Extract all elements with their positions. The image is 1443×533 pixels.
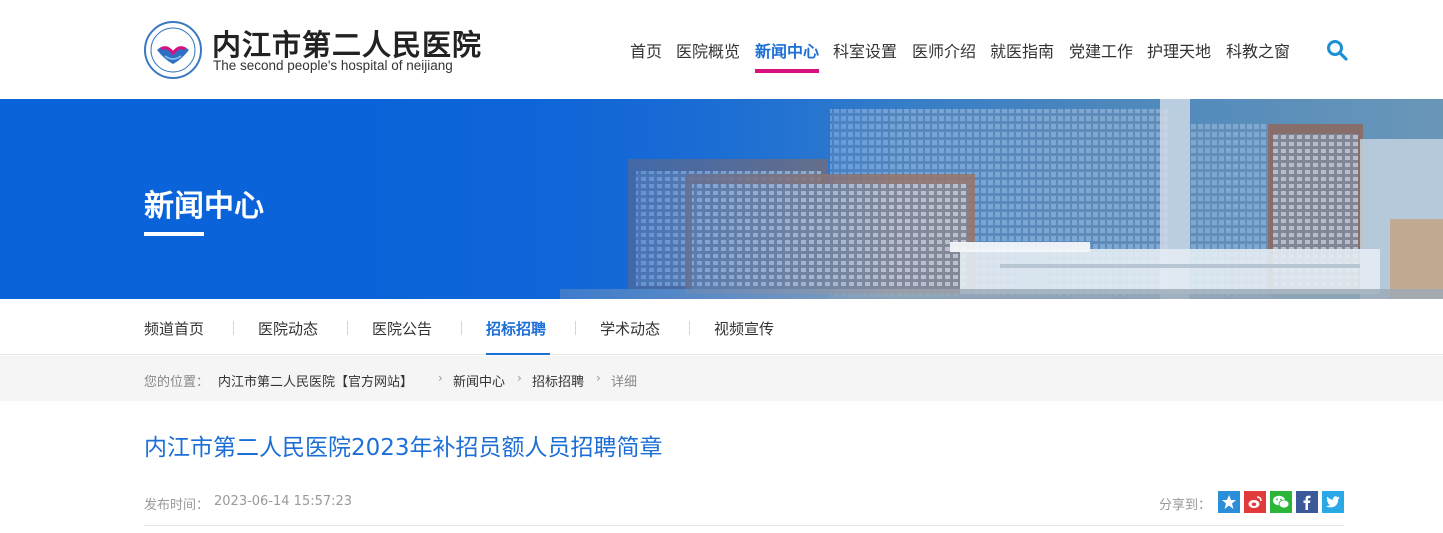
subnav-divider (347, 321, 348, 335)
subnav-item-channel-home[interactable]: 频道首页 (144, 318, 204, 339)
subnav-item-hospital-news[interactable]: 医院动态 (258, 318, 318, 339)
breadcrumb-item-recruitment[interactable]: 招标招聘 (532, 371, 584, 390)
qzone-icon[interactable] (1218, 491, 1240, 513)
twitter-icon[interactable] (1322, 491, 1344, 513)
article-divider (144, 525, 1344, 526)
breadcrumb: 您的位置： 内江市第二人民医院【官方网站】 › 新闻中心 › 招标招聘 › 详细 (0, 356, 1443, 401)
subnav-active-indicator (486, 353, 550, 355)
article-title: 内江市第二人民医院2023年补招员额人员招聘简章 (144, 435, 663, 461)
search-icon[interactable] (1326, 39, 1348, 61)
nav-item-nursing[interactable]: 护理天地 (1147, 38, 1211, 62)
share-label: 分享到： (1159, 498, 1212, 513)
subnav-divider (461, 321, 462, 335)
subnav-divider (575, 321, 576, 335)
nav-item-departments[interactable]: 科室设置 (833, 38, 897, 62)
page-banner: 新闻中心 (0, 99, 1443, 299)
banner-title: 新闻中心 (144, 189, 264, 224)
nav-item-doctors[interactable]: 医师介绍 (912, 38, 976, 62)
subnav-divider (689, 321, 690, 335)
facebook-icon[interactable] (1296, 491, 1318, 513)
nav-item-party[interactable]: 党建工作 (1069, 38, 1133, 62)
breadcrumb-item-site[interactable]: 内江市第二人民医院【官方网站】 (218, 371, 413, 390)
chevron-right-icon: › (438, 371, 443, 385)
breadcrumb-label: 您的位置： (144, 375, 210, 390)
logo-subtitle: The second people's hospital of neijiang (213, 58, 453, 73)
nav-active-indicator (755, 69, 819, 73)
subnav-item-announcements[interactable]: 医院公告 (372, 318, 432, 339)
weibo-icon[interactable] (1244, 491, 1266, 513)
publish-time: 2023-06-14 15:57:23 (214, 494, 353, 509)
breadcrumb-item-news[interactable]: 新闻中心 (453, 371, 505, 390)
breadcrumb-item-current: 详细 (611, 375, 638, 390)
subnav-item-academic[interactable]: 学术动态 (600, 318, 660, 339)
banner-underline (144, 232, 204, 236)
publish-label: 发布时间： (144, 498, 210, 513)
sub-nav: 频道首页 医院动态 医院公告 招标招聘 学术动态 视频宣传 (0, 299, 1443, 355)
hospital-logo-icon[interactable] (143, 20, 203, 80)
subnav-item-video[interactable]: 视频宣传 (714, 318, 774, 339)
nav-item-news[interactable]: 新闻中心 (755, 38, 819, 62)
nav-item-home[interactable]: 首页 (630, 38, 662, 62)
subnav-divider (233, 321, 234, 335)
subnav-item-recruitment[interactable]: 招标招聘 (486, 318, 546, 339)
wechat-icon[interactable] (1270, 491, 1292, 513)
site-header: 内江市第二人民医院 The second people's hospital o… (0, 0, 1443, 99)
nav-item-overview[interactable]: 医院概览 (676, 38, 740, 62)
nav-item-education[interactable]: 科教之窗 (1226, 38, 1290, 62)
nav-item-guide[interactable]: 就医指南 (990, 38, 1054, 62)
chevron-right-icon: › (596, 371, 601, 385)
chevron-right-icon: › (517, 371, 522, 385)
